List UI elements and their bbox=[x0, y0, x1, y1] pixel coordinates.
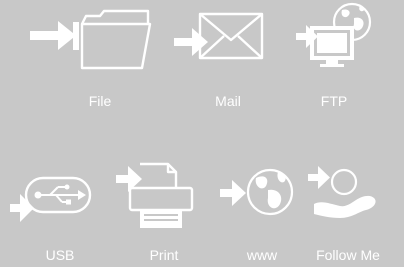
follow-me-button[interactable]: Follow Me bbox=[300, 160, 404, 267]
www-label: www bbox=[246, 247, 278, 263]
monitor-globe-arrow-icon bbox=[296, 2, 372, 67]
file-button[interactable]: File bbox=[30, 0, 160, 120]
ftp-label: FTP bbox=[320, 93, 348, 109]
printer-arrow-icon bbox=[116, 162, 194, 228]
hand-arrow-icon bbox=[308, 166, 376, 218]
ftp-button[interactable]: FTP bbox=[290, 0, 404, 120]
usb-label: USB bbox=[45, 247, 75, 263]
globe-arrow-icon bbox=[220, 168, 294, 216]
mail-label: Mail bbox=[215, 93, 241, 109]
file-label: File bbox=[88, 93, 112, 109]
folder-arrow-icon bbox=[30, 9, 152, 70]
www-button[interactable]: www bbox=[216, 160, 306, 267]
usb-arrow-icon bbox=[10, 176, 92, 222]
print-label: Print bbox=[149, 247, 179, 263]
envelope-arrow-icon bbox=[174, 12, 264, 60]
mail-button[interactable]: Mail bbox=[170, 0, 270, 120]
usb-button[interactable]: USB bbox=[0, 160, 100, 267]
print-button[interactable]: Print bbox=[112, 160, 212, 267]
follow-me-label: Follow Me bbox=[316, 247, 380, 263]
